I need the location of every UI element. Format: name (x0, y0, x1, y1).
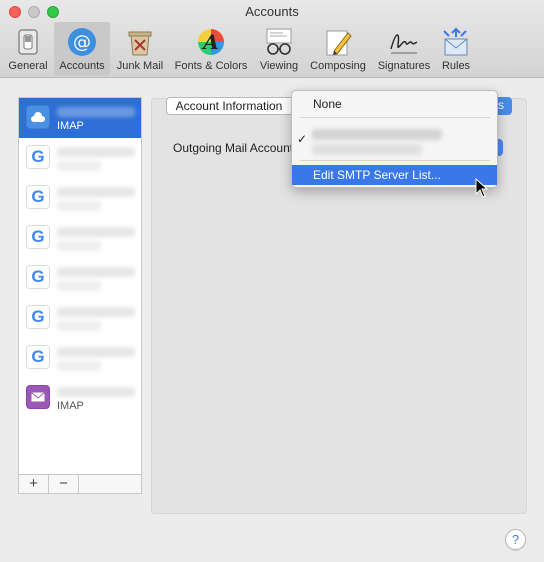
menu-item-edit-smtp-server-list[interactable]: Edit SMTP Server List... (292, 165, 497, 185)
account-row[interactable]: G (19, 338, 141, 378)
redacted-account-name (57, 187, 135, 197)
tab-rules[interactable]: Rules (437, 22, 475, 76)
outgoing-account-menu: None ✓ Edit SMTP Server List... (291, 90, 498, 188)
tab-label: Fonts & Colors (174, 60, 248, 72)
menu-item-none[interactable]: None (292, 94, 497, 114)
google-icon: G (26, 185, 50, 209)
menu-separator (300, 117, 490, 118)
checkmark-icon: ✓ (297, 132, 308, 146)
menu-separator (300, 160, 490, 161)
account-row[interactable]: IMAP (19, 378, 141, 418)
tab-label: Accounts (59, 60, 105, 72)
redacted-account-detail (57, 281, 101, 291)
svg-text:A: A (201, 30, 219, 54)
glasses-icon (266, 28, 292, 55)
mouse-pointer-icon (475, 178, 489, 198)
menu-item-smtp-server[interactable]: ✓ (292, 122, 497, 156)
menu-item-label: Edit SMTP Server List... (313, 168, 441, 182)
redacted-account-name (57, 387, 135, 397)
redacted-account-detail (57, 321, 101, 331)
accounts-list: IMAP G G G G G G IMAP + − (18, 97, 142, 494)
mail-icon (26, 385, 50, 409)
tab-label: Signatures (377, 60, 431, 72)
redacted-account-name (57, 107, 135, 117)
tab-accounts[interactable]: @ Accounts (54, 22, 110, 76)
tab-label: Rules (441, 60, 471, 72)
redacted-smtp-server-detail (312, 144, 422, 155)
window-title: Accounts (245, 4, 299, 19)
account-row[interactable]: G (19, 138, 141, 178)
tab-general[interactable]: General (4, 22, 52, 76)
tab-label: Junk Mail (116, 60, 164, 72)
redacted-account-name (57, 307, 135, 317)
at-sign-icon: @ (68, 28, 96, 56)
envelope-arrows-icon (443, 27, 468, 56)
tab-composing[interactable]: Composing (306, 22, 370, 76)
tab-fonts-colors[interactable]: A Fonts & Colors (170, 22, 252, 76)
font-palette-icon: A (198, 29, 224, 55)
account-type: IMAP (57, 400, 84, 412)
add-account-button[interactable]: + (19, 475, 49, 493)
google-icon: G (26, 345, 50, 369)
redacted-account-detail (57, 241, 101, 251)
google-icon: G (26, 145, 50, 169)
redacted-account-name (57, 347, 135, 357)
trash-bin-icon (128, 31, 152, 56)
switch-icon (18, 29, 38, 55)
preferences-window: Accounts General @ Accounts Junk Mail A … (0, 0, 544, 562)
redacted-account-detail (57, 201, 101, 211)
redacted-account-detail (57, 161, 101, 171)
menu-item-label: None (313, 97, 342, 111)
tab-label: Viewing (259, 60, 299, 72)
preferences-toolbar: General @ Accounts Junk Mail A Fonts & C… (0, 22, 544, 76)
svg-text:@: @ (73, 32, 91, 53)
icloud-icon (26, 105, 50, 129)
tab-junk-mail[interactable]: Junk Mail (112, 22, 168, 76)
remove-account-button[interactable]: − (49, 475, 79, 493)
account-row[interactable]: G (19, 258, 141, 298)
outgoing-mail-account-label: Outgoing Mail Account (173, 141, 294, 155)
sidebar-footer: + − (19, 474, 141, 493)
tab-account-information[interactable]: Account Information (166, 97, 292, 115)
google-icon: G (26, 265, 50, 289)
account-row[interactable]: G (19, 298, 141, 338)
redacted-account-name (57, 267, 135, 277)
help-button[interactable]: ? (505, 529, 526, 550)
google-icon: G (26, 305, 50, 329)
signature-icon (390, 34, 418, 54)
redacted-account-name (57, 227, 135, 237)
account-row[interactable]: G (19, 218, 141, 258)
tab-viewing[interactable]: Viewing (255, 22, 303, 76)
title-bar: Accounts General @ Accounts Junk Mail A … (0, 0, 544, 78)
tab-label: Composing (310, 60, 366, 72)
tab-label: General (8, 60, 48, 72)
google-icon: G (26, 225, 50, 249)
redacted-account-name (57, 147, 135, 157)
account-row[interactable]: IMAP (19, 98, 141, 138)
redacted-smtp-server (312, 129, 442, 140)
tab-signatures[interactable]: Signatures (373, 22, 435, 76)
account-row[interactable]: G (19, 178, 141, 218)
redacted-account-detail (57, 361, 101, 371)
pencil-paper-icon (326, 30, 352, 56)
account-type: IMAP (57, 120, 84, 132)
